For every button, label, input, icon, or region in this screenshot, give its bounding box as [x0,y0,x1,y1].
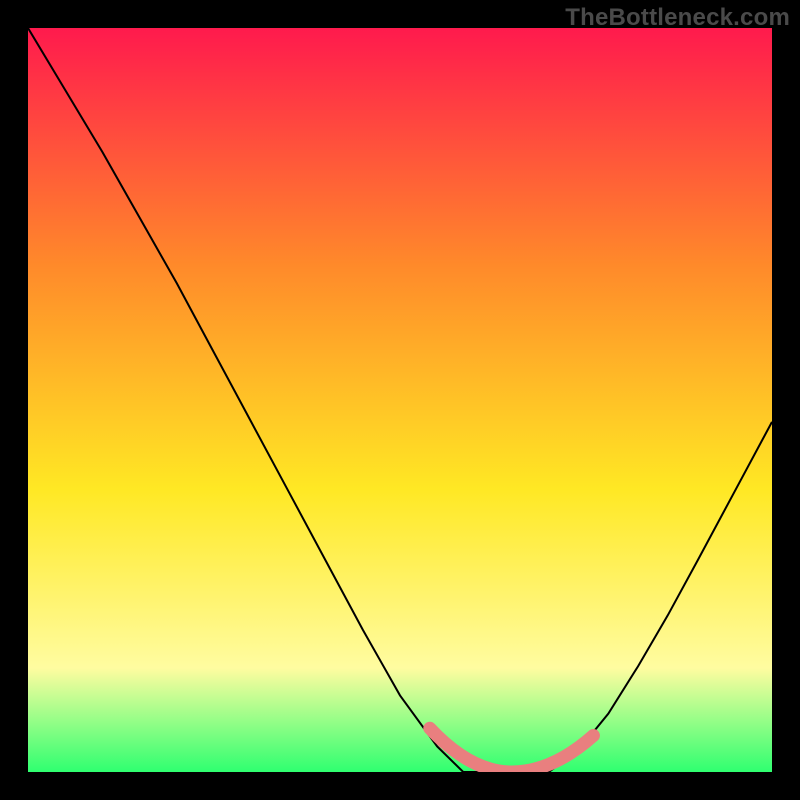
plot-area [28,28,772,772]
chart-svg [28,28,772,772]
watermark-text: TheBottleneck.com [565,4,790,32]
chart-frame: TheBottleneck.com [0,0,800,800]
chart-background-gradient [28,28,772,772]
